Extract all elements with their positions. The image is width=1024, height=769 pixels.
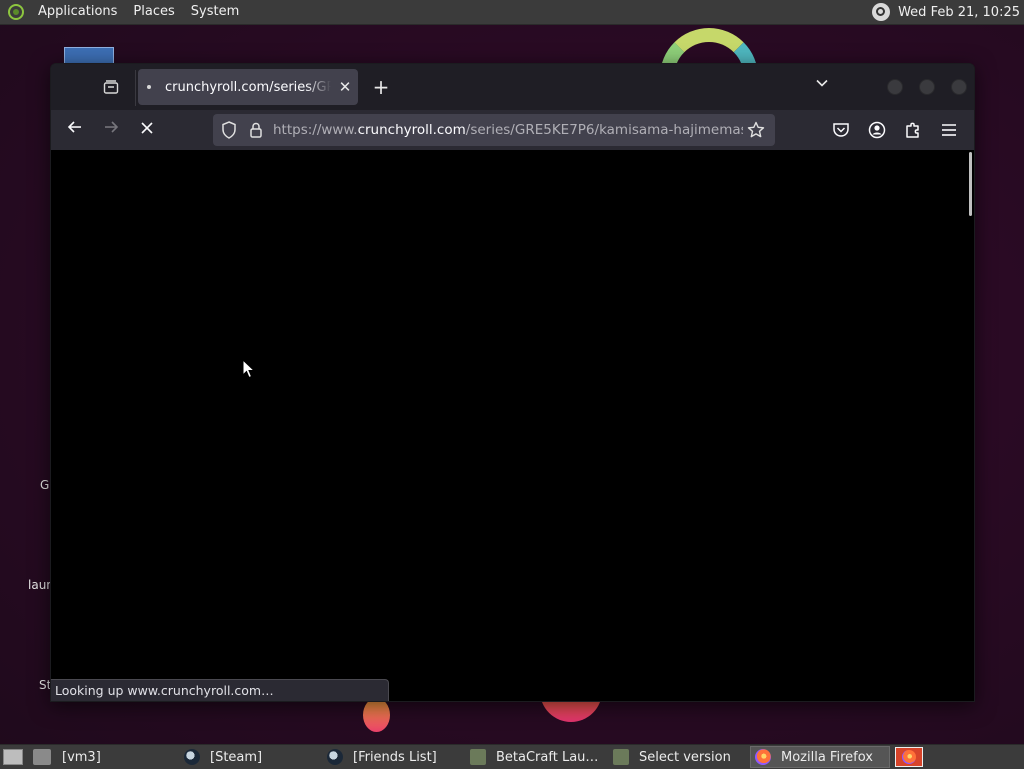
taskbar-item-betacraft-launcher[interactable]: BetaCraft Launcher (466, 746, 602, 768)
betacraft-icon (613, 749, 629, 765)
navigation-bar: https://www.crunchyroll.com/series/GRE5K… (51, 110, 974, 150)
forward-button[interactable] (98, 118, 124, 142)
clock[interactable]: Wed Feb 21, 10:25 (898, 5, 1020, 20)
url-scheme: https://www. (273, 122, 358, 138)
url-host: crunchyroll.com (357, 122, 466, 138)
trash-applet-icon[interactable] (33, 749, 51, 765)
minimize-button[interactable] (887, 79, 903, 95)
applications-menu[interactable]: Applications (30, 0, 125, 24)
show-desktop-icon[interactable] (3, 749, 23, 765)
stop-x-icon (141, 122, 153, 134)
taskbar-item-friends-list[interactable]: [Friends List] (323, 746, 453, 768)
places-menu[interactable]: Places (125, 0, 182, 24)
tracking-protection-shield-icon[interactable] (221, 121, 237, 139)
firefox-view-icon (103, 80, 119, 94)
tab-separator (135, 70, 136, 106)
maximize-button[interactable] (919, 79, 935, 95)
lock-icon[interactable] (249, 122, 263, 138)
steam-icon (327, 749, 343, 765)
firefox-window: crunchyroll.com/series/GRE5KE7P6/kamisam… (50, 63, 975, 702)
close-tab-icon[interactable]: ✕ (337, 78, 353, 96)
taskbar-item-vm3[interactable]: [vm3] (58, 746, 168, 768)
url-path: /series/GRE5KE7P6/kamisama-hajimemashita (465, 122, 743, 138)
url-text[interactable]: https://www.crunchyroll.com/series/GRE5K… (273, 122, 743, 138)
taskbar-item-steam[interactable]: [Steam] (180, 746, 310, 768)
desktop-icon-label[interactable]: G (40, 478, 49, 492)
mate-logo-icon[interactable] (8, 4, 24, 20)
firefox-view-button[interactable] (97, 75, 125, 99)
tab-bar: crunchyroll.com/series/GRE5KE7P6/kamisam… (51, 64, 974, 110)
wallpaper-blob-decoration (363, 698, 390, 732)
back-arrow-icon (67, 121, 81, 133)
bottom-taskbar: [vm3] [Steam] [Friends List] BetaCraft L… (0, 744, 1024, 769)
bookmark-star-icon[interactable] (747, 121, 765, 139)
system-menu[interactable]: System (183, 0, 247, 24)
taskbar-item-label: [Friends List] (353, 749, 437, 765)
new-tab-button[interactable]: + (369, 74, 393, 100)
steam-tray-icon[interactable] (872, 3, 891, 21)
url-bar[interactable]: https://www.crunchyroll.com/series/GRE5K… (213, 114, 775, 146)
stop-button[interactable] (134, 118, 160, 142)
taskbar-item-label: Select version (639, 749, 731, 765)
taskbar-item-label: [Steam] (210, 749, 263, 765)
vertical-scrollbar[interactable] (969, 152, 972, 216)
extensions-puzzle-icon[interactable] (903, 120, 923, 140)
hamburger-menu-icon[interactable] (939, 120, 959, 140)
list-all-tabs-button[interactable] (811, 76, 833, 98)
taskbar-item-label: Mozilla Firefox (781, 749, 873, 765)
taskbar-item-label: BetaCraft Launcher (496, 749, 602, 765)
firefox-launcher-icon[interactable] (895, 747, 923, 767)
loading-dot-icon (147, 85, 151, 89)
taskbar-item-select-version[interactable]: Select version (609, 746, 739, 768)
forward-arrow-icon (105, 121, 119, 133)
tab-title: crunchyroll.com/series/GRE5KE7P6/kamisam… (165, 79, 331, 95)
taskbar-item-mozilla-firefox[interactable]: Mozilla Firefox (750, 746, 890, 768)
steam-icon (184, 749, 200, 765)
top-panel: Applications Places System Wed Feb 21, 1… (0, 0, 1024, 25)
tab-crunchyroll[interactable]: crunchyroll.com/series/GRE5KE7P6/kamisam… (138, 69, 358, 105)
back-button[interactable] (62, 118, 88, 142)
chevron-down-icon (816, 79, 828, 87)
status-panel: Looking up www.crunchyroll.com… (51, 679, 389, 701)
taskbar-item-label: [vm3] (62, 749, 101, 765)
account-icon[interactable] (867, 120, 887, 140)
page-content[interactable]: Looking up www.crunchyroll.com… (51, 150, 974, 701)
pocket-icon[interactable] (831, 120, 851, 140)
firefox-icon (755, 749, 771, 765)
betacraft-icon (470, 749, 486, 765)
mouse-cursor-icon (242, 359, 256, 379)
close-window-button[interactable] (951, 79, 967, 95)
